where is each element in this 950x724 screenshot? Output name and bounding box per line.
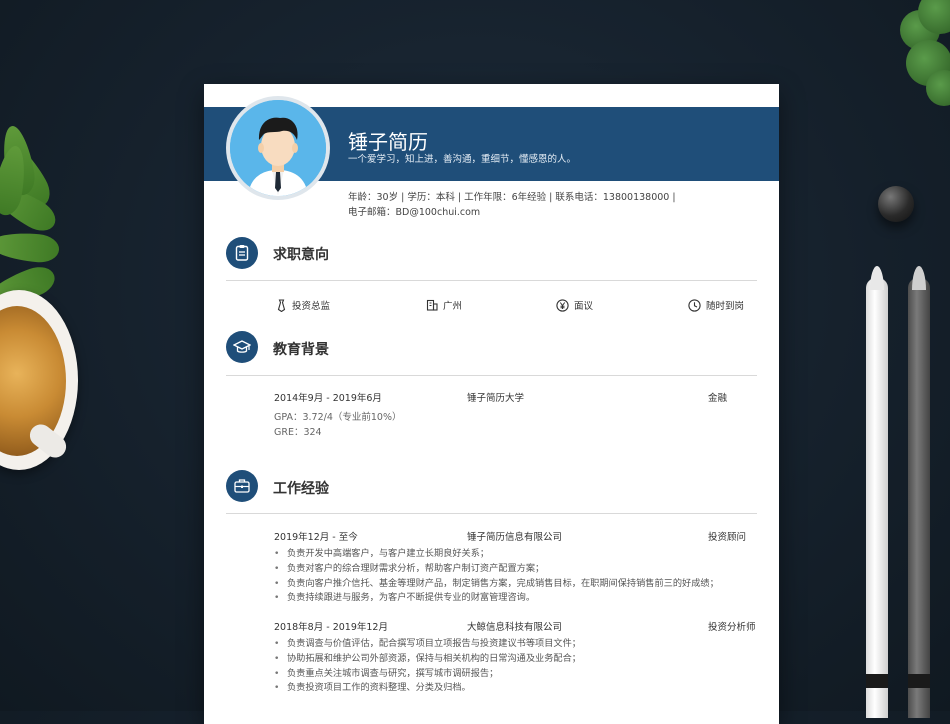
section-title-intent: 求职意向: [273, 247, 329, 263]
divider: [226, 375, 757, 376]
list-item: 负责对客户的综合理财需求分析，帮助客户制订资产配置方案；: [274, 562, 719, 577]
briefcase-icon: [226, 470, 258, 502]
person-avatar-icon: [230, 100, 326, 196]
tie-icon: [277, 298, 286, 312]
yen-icon: [556, 298, 569, 312]
intent-salary: 面议: [556, 298, 593, 312]
education-period: 2014年9月 - 2019年6月: [274, 393, 382, 404]
graduation-cap-icon: [226, 331, 258, 363]
job-company: 锤子简历信息有限公司: [467, 532, 563, 543]
job-duties-list: 负责开发中高端客户，与客户建立长期良好关系； 负责对客户的综合理财需求分析，帮助…: [274, 547, 719, 606]
intent-availability-label: 随时到岗: [706, 301, 745, 312]
list-item: 负责重点关注城市调查与研究，撰写城市调研报告；: [274, 667, 581, 682]
education-school: 锤子简历大学: [467, 393, 525, 404]
intent-availability: 随时到岗: [688, 298, 744, 312]
resume-info-line1: 年龄：30岁 | 学历：本科 | 工作年限：6年经验 | 联系电话：138001…: [348, 192, 676, 203]
job-period: 2019年12月 - 至今: [274, 532, 358, 543]
intent-position-label: 投资总监: [292, 301, 331, 312]
section-title-education: 教育背景: [273, 342, 329, 358]
list-item: 负责开发中高端客户，与客户建立长期良好关系；: [274, 547, 719, 562]
list-item: 负责向客户推介信托、基金等理财产品，制定销售方案，完成销售目标，在职期间保持销售…: [274, 577, 719, 592]
intent-city-label: 广州: [443, 301, 463, 312]
resume-page: 锤子简历 一个爱学习，知上进，善沟通，重细节，懂感恩的人。 年龄：30岁 | 学…: [204, 84, 779, 724]
decorative-plant: [900, 0, 950, 130]
divider: [226, 280, 757, 281]
intent-position: 投资总监: [276, 298, 330, 312]
divider: [226, 513, 757, 514]
intent-salary-label: 面议: [574, 301, 594, 312]
job-duties-list: 负责调查与价值评估，配合撰写项目立项报告与投资建议书等项目文件； 协助拓展和维护…: [274, 637, 581, 696]
intent-city: 广州: [426, 298, 462, 312]
resume-motto: 一个爱学习，知上进，善沟通，重细节，懂感恩的人。: [348, 154, 577, 165]
education-major: 金融: [708, 393, 728, 404]
clipboard-icon: [226, 237, 258, 269]
list-item: 负责持续跟进与服务，为客户不断提供专业的财富管理咨询。: [274, 591, 719, 606]
list-item: 负责投资项目工作的资料整理、分类及归档。: [274, 681, 581, 696]
decorative-pen-white: [866, 266, 888, 718]
list-item: 协助拓展和维护公司外部资源，保持与相关机构的日常沟通及业务配合；: [274, 652, 581, 667]
decorative-knob: [878, 186, 914, 222]
education-detail-gpa: GPA：3.72/4（专业前10%）: [274, 412, 402, 423]
job-role: 投资分析师: [708, 622, 756, 633]
education-detail-gre: GRE：324: [274, 427, 322, 438]
list-item: 负责调查与价值评估，配合撰写项目立项报告与投资建议书等项目文件；: [274, 637, 581, 652]
building-icon: [426, 299, 438, 311]
job-role: 投资顾问: [708, 532, 747, 543]
job-period: 2018年8月 - 2019年12月: [274, 622, 388, 633]
clock-icon: [688, 298, 701, 312]
resume-info-line2: 电子邮箱：BD@100chui.com: [348, 207, 481, 218]
avatar-ring: [226, 96, 330, 200]
decorative-pen-gray: [908, 266, 930, 718]
decorative-coffee-cup: [0, 290, 100, 470]
avatar: [230, 100, 326, 196]
job-company: 大鲸信息科技有限公司: [467, 622, 563, 633]
section-title-work: 工作经验: [273, 481, 329, 497]
